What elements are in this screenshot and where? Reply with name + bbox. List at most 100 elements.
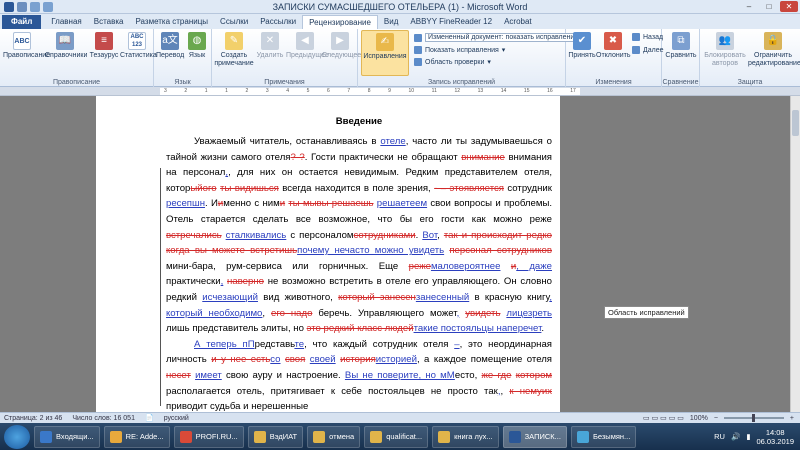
taskbar-item[interactable]: ВэдИАТ: [247, 425, 304, 448]
word-count[interactable]: Число слов: 16 051: [72, 415, 135, 422]
previous-comment-icon: ◀: [296, 32, 314, 50]
ruler-mark: 1: [225, 88, 228, 94]
group-protect: 👥 Блокировать авторов 🔒 Ограничить редак…: [700, 29, 800, 87]
tab-abbyy[interactable]: ABBYY FineReader 12: [404, 15, 498, 29]
ruler-mark: 6: [327, 88, 330, 94]
next-change-icon: [632, 46, 640, 54]
taskbar-item[interactable]: Безымян...: [570, 425, 637, 448]
next-comment-icon: ▶: [331, 32, 349, 50]
track-changes-button[interactable]: ✍ Исправления: [361, 30, 409, 76]
previous-change-button[interactable]: Назад: [632, 33, 663, 41]
taskbar-item[interactable]: PROFI.RU...: [173, 425, 244, 448]
group-tracking: ✍ Исправления Измененный документ: показ…: [358, 29, 588, 87]
group-compare: ⧉ Сравнить Сравнение: [662, 29, 700, 87]
ruler-mark: 15: [523, 88, 530, 94]
close-button[interactable]: ✕: [780, 1, 798, 12]
next-comment-button[interactable]: ▶ Следующее: [322, 32, 361, 60]
clock[interactable]: 14:08 06.03.2019: [756, 428, 794, 446]
tab-file[interactable]: Файл: [2, 15, 42, 29]
thesaurus-button[interactable]: ≡ Тезаурус: [87, 32, 121, 60]
ruler-mark: 9: [388, 88, 391, 94]
tab-home[interactable]: Главная: [45, 15, 87, 29]
taskbar-item-label: ЗАПИСК...: [524, 432, 561, 441]
zoom-slider[interactable]: [723, 414, 784, 422]
block-authors-icon: 👥: [716, 32, 734, 50]
research-button[interactable]: 📖 Справочники: [45, 32, 87, 60]
zoom-in-icon[interactable]: +: [790, 415, 794, 422]
view-buttons[interactable]: ▭ ▭ ▭ ▭ ▭: [643, 414, 684, 422]
accept-button[interactable]: ✔ Принять: [568, 32, 596, 60]
new-comment-button[interactable]: ✎ Создать примечание: [214, 32, 254, 68]
zoom-level[interactable]: 100%: [690, 415, 708, 422]
network-icon[interactable]: ▮: [746, 432, 750, 441]
delete-comment-button[interactable]: ✕ Удалить: [254, 32, 286, 60]
document-body[interactable]: Введение Уважаемый читатель, останавлива…: [166, 116, 552, 412]
app-icon: [438, 430, 451, 443]
chevron-down-icon: ▾: [487, 59, 491, 66]
horizontal-ruler[interactable]: 3 2 1 1 2 3 4 5 6 7 8 9 10 11 12 13 14 15 16 17: [0, 87, 800, 96]
zoom-out-icon[interactable]: −: [714, 415, 718, 422]
tab-insert[interactable]: Вставка: [88, 15, 130, 29]
reviewing-pane-tooltip: Область исправлений: [604, 306, 689, 319]
reject-button[interactable]: ✖ Отклонить: [596, 32, 630, 60]
language-button[interactable]: ◍ Язык: [184, 32, 210, 60]
block-authors-button[interactable]: 👥 Блокировать авторов: [702, 32, 748, 68]
ruler-mark: 4: [286, 88, 290, 94]
title-bar: ЗАПИСКИ СУМАСШЕДШЕГО ОТЕЛЬЕРА (1) - Micr…: [0, 0, 800, 14]
show-markup-dropdown[interactable]: Показать исправления ▾: [414, 46, 505, 54]
lock-document-icon: 🔒: [764, 32, 782, 50]
document-area: Введение Уважаемый читатель, останавлива…: [0, 96, 790, 412]
track-changes-icon: ✍: [376, 33, 394, 51]
reviewing-pane-dropdown[interactable]: Область проверки ▾: [414, 58, 491, 66]
accept-check-icon: ✔: [573, 32, 591, 50]
volume-icon[interactable]: 🔊: [731, 432, 740, 441]
taskbar-item[interactable]: RE: Adde...: [103, 425, 170, 448]
taskbar-items: Входящи... RE: Adde... PROFI.RU... ВэдИАТ от…: [30, 425, 637, 448]
tab-view[interactable]: Вид: [378, 15, 404, 29]
tray-lang[interactable]: RU: [714, 432, 725, 441]
translate-button[interactable]: a文 Перевод: [156, 32, 184, 60]
window-title: ЗАПИСКИ СУМАСШЕДШЕГО ОТЕЛЬЕРА (1) - Micr…: [272, 2, 528, 12]
start-button[interactable]: [4, 424, 30, 449]
taskbar-item[interactable]: ЗАПИСК...: [502, 425, 567, 448]
word-count-button[interactable]: ABC 123 Статистика: [120, 32, 157, 60]
page-counter[interactable]: Страница: 2 из 46: [4, 415, 62, 422]
ribbon: ABC Правописание 📖 Справочники ≡ Тезауру…: [0, 29, 800, 87]
chevron-down-icon: ▾: [501, 47, 506, 54]
taskbar-item-label: RE: Adde...: [125, 432, 164, 441]
app-icon: [370, 430, 383, 443]
tab-page-layout[interactable]: Разметка страницы: [129, 15, 214, 29]
maximize-button[interactable]: □: [760, 1, 778, 12]
tab-references[interactable]: Ссылки: [214, 15, 254, 29]
vertical-scrollbar[interactable]: [790, 96, 800, 412]
next-change-button[interactable]: Далее: [632, 46, 664, 54]
display-for-review-dropdown[interactable]: Измененный документ: показать исправлени…: [414, 33, 588, 42]
ruler-mark: 11: [431, 88, 437, 94]
taskbar-item[interactable]: qualificat...: [364, 425, 429, 448]
abc-123-icon: ABC 123: [128, 32, 146, 50]
scrollbar-thumb[interactable]: [792, 110, 799, 136]
ruler-mark: 17: [570, 88, 576, 94]
ribbon-tabs: Файл Главная Вставка Разметка страницы С…: [0, 14, 800, 29]
abc-check-icon: ABC: [13, 32, 31, 50]
tab-acrobat[interactable]: Acrobat: [498, 15, 538, 29]
taskbar-item-label: Входящи...: [56, 432, 94, 441]
minimize-button[interactable]: –: [740, 1, 758, 12]
spelling-button[interactable]: ABC Правописание: [3, 32, 50, 60]
taskbar-item[interactable]: Входящи...: [34, 425, 100, 448]
previous-change-icon: [632, 33, 640, 41]
group-proofing: ABC Правописание 📖 Справочники ≡ Тезауру…: [0, 29, 157, 87]
compare-button[interactable]: ⧉ Сравнить: [664, 32, 698, 60]
taskbar-item[interactable]: книга лух...: [432, 425, 499, 448]
document-page[interactable]: Введение Уважаемый читатель, останавлива…: [96, 96, 560, 412]
proofing-status-icon[interactable]: 📄: [145, 414, 154, 422]
tab-mailings[interactable]: Рассылки: [254, 15, 302, 29]
app-icon: [253, 430, 266, 443]
previous-comment-button[interactable]: ◀ Предыдущее: [286, 32, 329, 60]
restrict-editing-button[interactable]: 🔒 Ограничить редактирование: [748, 32, 800, 68]
delete-comment-icon: ✕: [261, 32, 279, 50]
language-indicator[interactable]: русский: [164, 415, 189, 422]
tab-review[interactable]: Рецензирование: [302, 15, 378, 29]
taskbar-item-label: книга лух...: [454, 432, 493, 441]
taskbar-item[interactable]: отмена: [307, 425, 361, 448]
